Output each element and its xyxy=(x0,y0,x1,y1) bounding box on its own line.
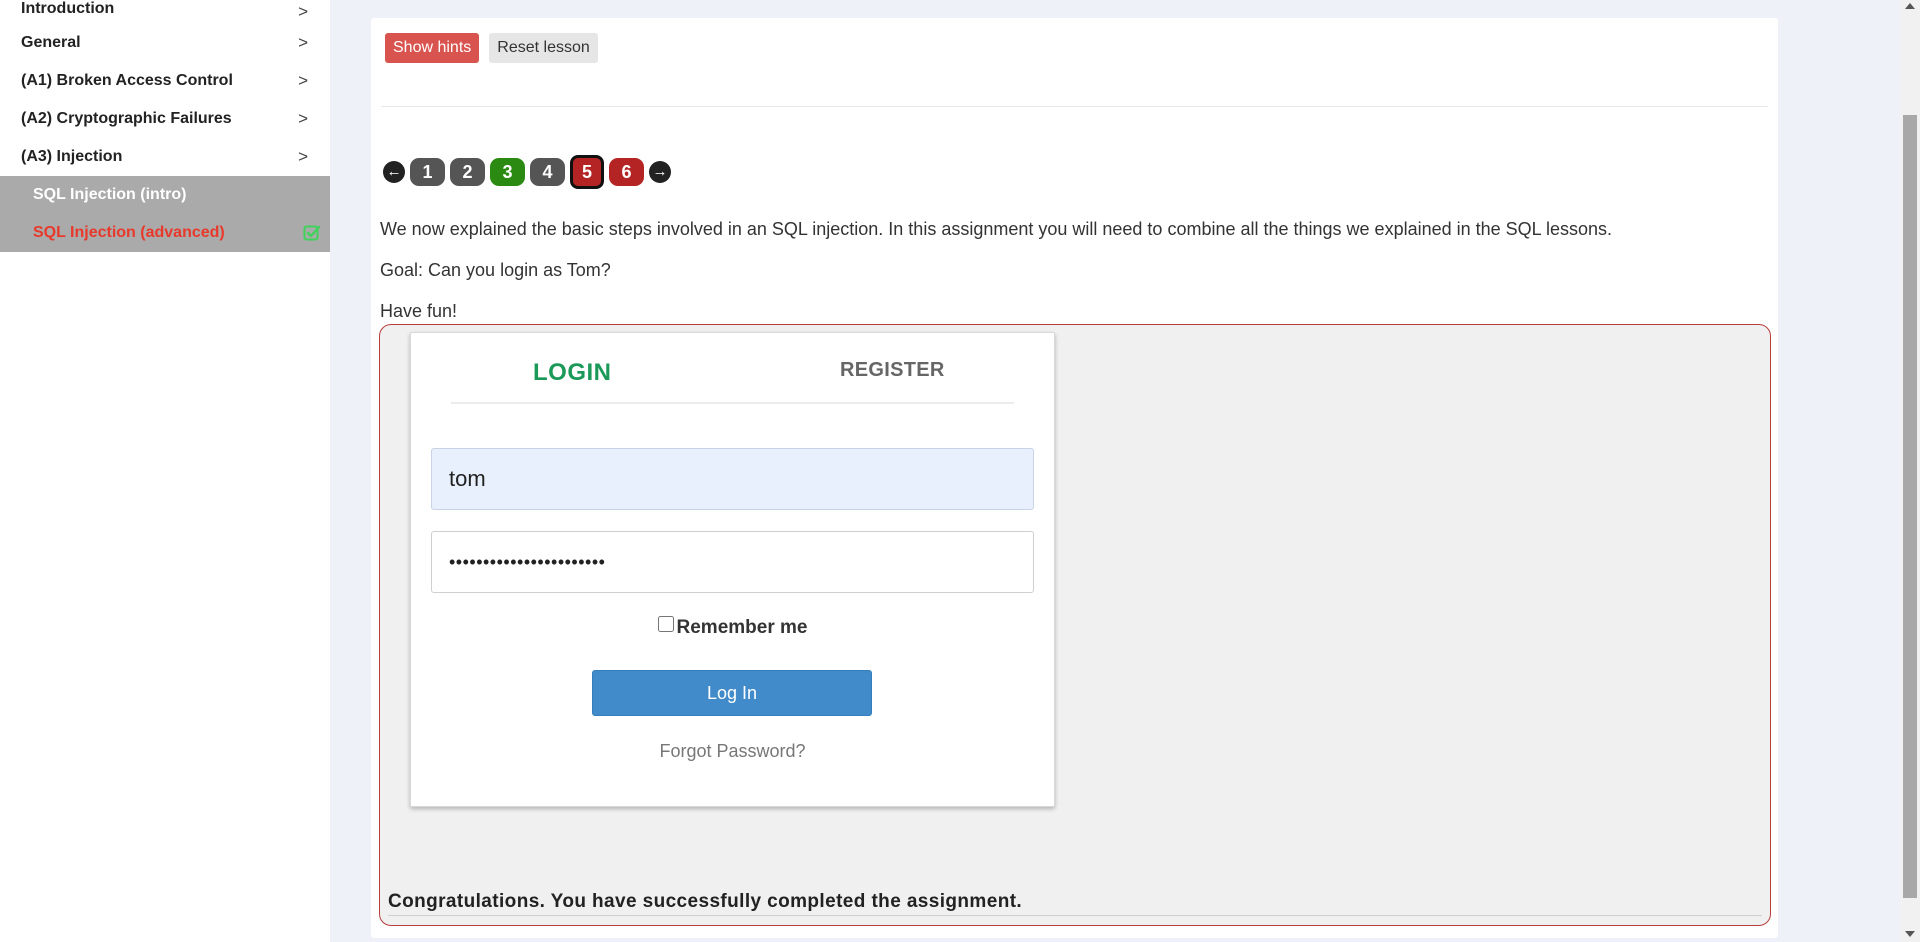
page-scrollbar[interactable] xyxy=(1900,0,1920,942)
chevron-right-icon: > xyxy=(298,109,308,128)
tab-divider xyxy=(451,402,1014,404)
sidebar-subitem-label: SQL Injection (advanced) xyxy=(33,224,225,241)
remember-me-label[interactable]: Remember me xyxy=(677,617,808,638)
assignment-box: LOGIN REGISTER Remember me Log In Forgot… xyxy=(379,324,1771,926)
page-button-3[interactable]: 3 xyxy=(490,158,525,186)
sidebar-subitem-label: SQL Injection (intro) xyxy=(33,186,187,203)
sidebar-item-general[interactable]: General > xyxy=(0,24,330,62)
chevron-right-icon: > xyxy=(298,147,308,166)
arrow-left-icon[interactable]: ← xyxy=(383,161,405,183)
sidebar-item-label: Introduction xyxy=(21,0,115,17)
sidebar-item-label: (A1) Broken Access Control xyxy=(21,72,233,89)
lesson-text-goal: Goal: Can you login as Tom? xyxy=(380,260,611,280)
tab-login[interactable]: LOGIN xyxy=(533,359,612,387)
sidebar-item-label: General xyxy=(21,34,81,51)
sidebar-subitem-sql-injection-intro[interactable]: SQL Injection (intro) xyxy=(0,176,330,214)
page-button-6[interactable]: 6 xyxy=(609,158,644,186)
tab-register[interactable]: REGISTER xyxy=(840,359,945,382)
sidebar-item-injection[interactable]: (A3) Injection > xyxy=(0,138,330,176)
lesson-panel: Show hints Reset lesson ← 1 2 3 4 5 6 → … xyxy=(371,18,1778,938)
sidebar-item-cryptographic-failures[interactable]: (A2) Cryptographic Failures > xyxy=(0,100,330,138)
lesson-toolbar: Show hints Reset lesson xyxy=(385,33,598,63)
lesson-pagination: ← 1 2 3 4 5 6 → xyxy=(383,155,671,189)
password-input[interactable] xyxy=(431,531,1034,593)
check-square-icon xyxy=(303,225,321,241)
sidebar-item-label: (A2) Cryptographic Failures xyxy=(21,110,232,127)
assignment-feedback: Congratulations. You have successfully c… xyxy=(388,891,1023,912)
chevron-right-icon: > xyxy=(298,33,308,52)
lesson-text-fun: Have fun! xyxy=(380,301,458,321)
page-button-5[interactable]: 5 xyxy=(570,155,604,189)
page-button-4[interactable]: 4 xyxy=(530,158,565,186)
feedback-divider xyxy=(388,915,1762,916)
sidebar-subitem-sql-injection-advanced[interactable]: SQL Injection (advanced) xyxy=(0,214,330,252)
sidebar-submenu-injection: SQL Injection (intro) SQL Injection (adv… xyxy=(0,176,330,252)
remember-me-checkbox[interactable] xyxy=(657,616,674,632)
sidebar-item-broken-access-control[interactable]: (A1) Broken Access Control > xyxy=(0,62,330,100)
lesson-text-intro: We now explained the basic steps involve… xyxy=(380,219,1613,239)
sidebar-item-introduction[interactable]: Introduction > xyxy=(0,0,330,24)
page-button-2[interactable]: 2 xyxy=(450,158,485,186)
remember-me: Remember me xyxy=(411,616,1054,639)
arrow-right-icon[interactable]: → xyxy=(649,161,671,183)
sidebar: Introduction > General > (A1) Broken Acc… xyxy=(0,0,330,942)
scroll-up-icon[interactable] xyxy=(1905,3,1915,9)
reset-lesson-button[interactable]: Reset lesson xyxy=(489,33,598,63)
scroll-down-icon[interactable] xyxy=(1905,931,1915,937)
chevron-right-icon: > xyxy=(298,71,308,90)
chevron-right-icon: > xyxy=(298,2,308,21)
page-button-1[interactable]: 1 xyxy=(410,158,445,186)
forgot-password-link[interactable]: Forgot Password? xyxy=(411,741,1054,762)
username-input[interactable] xyxy=(431,448,1034,510)
log-in-button[interactable]: Log In xyxy=(592,670,872,716)
sidebar-item-label: (A3) Injection xyxy=(21,148,123,165)
login-card: LOGIN REGISTER Remember me Log In Forgot… xyxy=(410,332,1055,807)
divider xyxy=(381,106,1768,107)
scrollbar-thumb[interactable] xyxy=(1903,115,1917,898)
show-hints-button[interactable]: Show hints xyxy=(385,33,480,63)
